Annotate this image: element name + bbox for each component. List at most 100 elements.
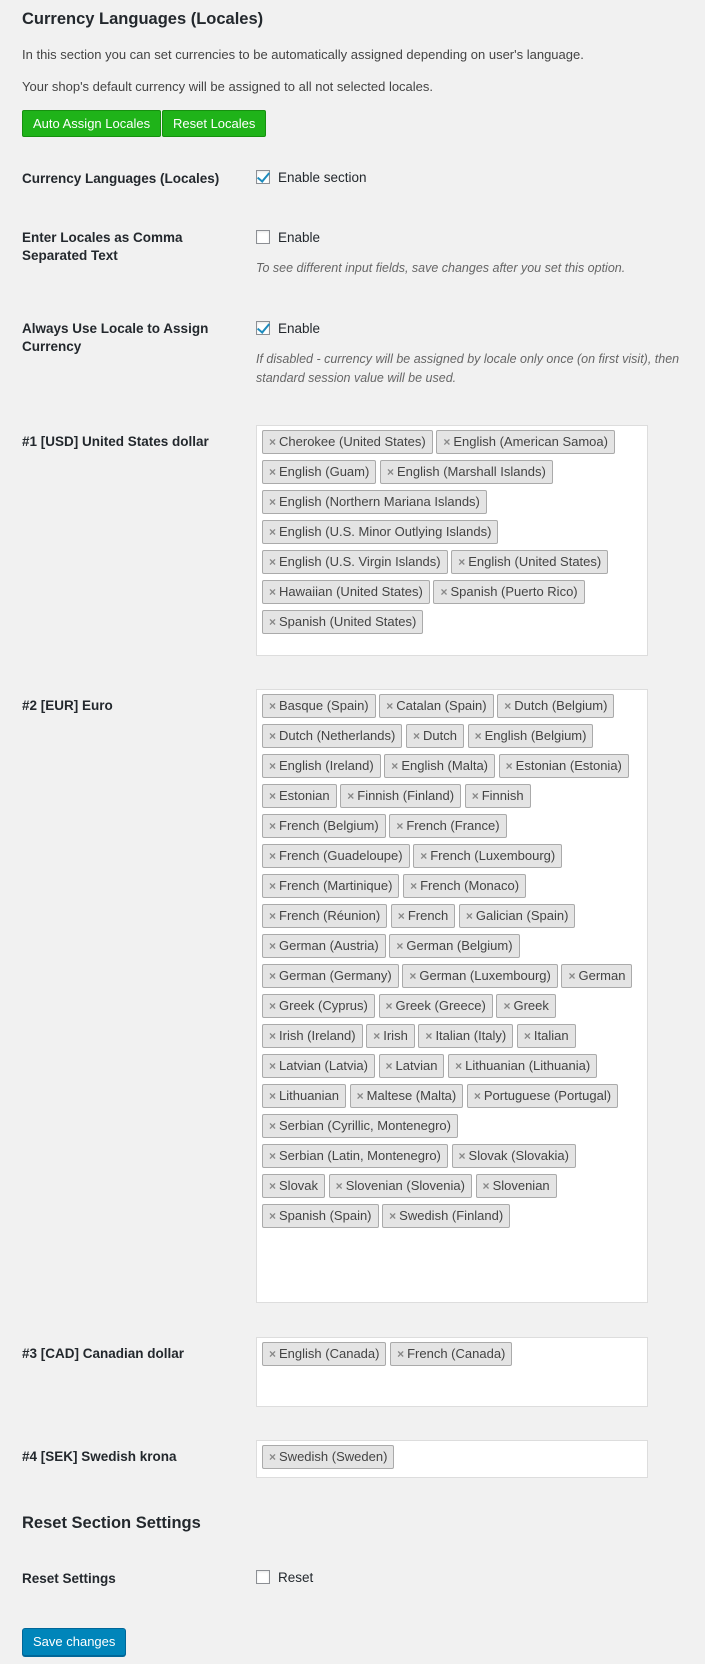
remove-tag-icon[interactable]: × <box>398 909 405 923</box>
remove-tag-icon[interactable]: × <box>409 969 416 983</box>
remove-tag-icon[interactable]: × <box>472 789 479 803</box>
locale-tag-label: French <box>407 908 449 923</box>
remove-tag-icon[interactable]: × <box>269 1149 276 1163</box>
remove-tag-icon[interactable]: × <box>458 555 465 569</box>
remove-tag-icon[interactable]: × <box>386 1059 393 1073</box>
remove-tag-icon[interactable]: × <box>269 819 276 833</box>
remove-tag-icon[interactable]: × <box>269 759 276 773</box>
enable-section-checkbox[interactable] <box>256 169 270 184</box>
remove-tag-icon[interactable]: × <box>347 789 354 803</box>
remove-tag-icon[interactable]: × <box>425 1029 432 1043</box>
remove-tag-icon[interactable]: × <box>269 939 276 953</box>
remove-tag-icon[interactable]: × <box>269 969 276 983</box>
remove-tag-icon[interactable]: × <box>504 699 511 713</box>
locales-select-eur[interactable]: × Basque (Spain) × Catalan (Spain) × Dutch … <box>256 689 648 1303</box>
section-description: In this section you can set currencies t… <box>22 47 584 62</box>
remove-tag-icon[interactable]: × <box>503 999 510 1013</box>
remove-tag-icon[interactable]: × <box>413 729 420 743</box>
remove-tag-icon[interactable]: × <box>269 789 276 803</box>
remove-tag-icon[interactable]: × <box>386 999 393 1013</box>
remove-tag-icon[interactable]: × <box>568 969 575 983</box>
enable-section-label: Currency Languages (Locales) <box>22 171 220 186</box>
locale-tag-label: Slovenian (Slovenia) <box>345 1178 465 1193</box>
remove-tag-icon[interactable]: × <box>389 1209 396 1223</box>
remove-tag-icon[interactable]: × <box>506 759 513 773</box>
remove-tag-icon[interactable]: × <box>269 699 276 713</box>
remove-tag-icon[interactable]: × <box>269 1209 276 1223</box>
enable-section-field: Enable section <box>256 169 367 185</box>
remove-tag-icon[interactable]: × <box>391 759 398 773</box>
remove-tag-icon[interactable]: × <box>269 1450 276 1464</box>
remove-tag-icon[interactable]: × <box>269 615 276 629</box>
locale-tag-label: English (Canada) <box>279 1346 380 1361</box>
remove-tag-icon[interactable]: × <box>269 465 276 479</box>
locale-tag: × Hawaiian (United States) <box>262 580 430 604</box>
locale-tag-label: Swedish (Finland) <box>399 1208 504 1223</box>
remove-tag-icon[interactable]: × <box>269 849 276 863</box>
save-changes-button[interactable]: Save changes <box>22 1628 127 1656</box>
csv-locales-checkbox-label[interactable]: Enable <box>278 230 320 245</box>
remove-tag-icon[interactable]: × <box>269 1179 276 1193</box>
locales-select-usd[interactable]: × Cherokee (United States) × English (Amer… <box>256 425 648 656</box>
locale-tag: × Dutch <box>405 724 464 748</box>
remove-tag-icon[interactable]: × <box>357 1089 364 1103</box>
locale-tag-label: French (Martinique) <box>279 878 393 893</box>
reset-settings-checkbox-label[interactable]: Reset <box>278 1570 313 1585</box>
remove-tag-icon[interactable]: × <box>455 1059 462 1073</box>
locale-tag: × Lithuanian (Lithuania) <box>448 1054 598 1078</box>
remove-tag-icon[interactable]: × <box>474 1089 481 1103</box>
remove-tag-icon[interactable]: × <box>269 999 276 1013</box>
remove-tag-icon[interactable]: × <box>269 1059 276 1073</box>
locale-tag-label: Irish <box>383 1028 408 1043</box>
locale-tag: × English (U.S. Virgin Islands) <box>262 550 448 574</box>
always-use-locale-checkbox-label[interactable]: Enable <box>278 321 320 336</box>
remove-tag-icon[interactable]: × <box>387 465 394 479</box>
remove-tag-icon[interactable]: × <box>269 1029 276 1043</box>
remove-tag-icon[interactable]: × <box>475 729 482 743</box>
remove-tag-icon[interactable]: × <box>269 729 276 743</box>
csv-locales-checkbox[interactable] <box>256 229 270 244</box>
remove-tag-icon[interactable]: × <box>410 879 417 893</box>
remove-tag-icon[interactable]: × <box>269 495 276 509</box>
remove-tag-icon[interactable]: × <box>386 699 393 713</box>
reset-settings-checkbox[interactable] <box>256 1569 270 1584</box>
remove-tag-icon[interactable]: × <box>269 909 276 923</box>
enable-section-checkbox-label[interactable]: Enable section <box>278 170 367 185</box>
locales-select-cad[interactable]: × English (Canada) × French (Canada) <box>256 1337 648 1407</box>
locale-tag-label: Finnish (Finland) <box>357 788 455 803</box>
remove-tag-icon[interactable]: × <box>420 849 427 863</box>
remove-tag-icon[interactable]: × <box>466 909 473 923</box>
section-default-note: Your shop's default currency will be ass… <box>22 79 434 94</box>
locale-tag: × Slovak (Slovakia) <box>451 1144 576 1168</box>
remove-tag-icon[interactable]: × <box>440 585 447 599</box>
remove-tag-icon[interactable]: × <box>269 555 276 569</box>
reset-settings-label: Reset Settings <box>22 1571 116 1586</box>
remove-tag-icon[interactable]: × <box>269 585 276 599</box>
remove-tag-icon[interactable]: × <box>269 1119 276 1133</box>
remove-tag-icon[interactable]: × <box>269 1089 276 1103</box>
always-use-locale-checkbox[interactable] <box>256 320 270 335</box>
locale-tag: × Latvian <box>378 1054 445 1078</box>
remove-tag-icon[interactable]: × <box>269 879 276 893</box>
locales-select-sek[interactable]: × Swedish (Sweden) <box>256 1440 648 1478</box>
remove-tag-icon[interactable]: × <box>269 435 276 449</box>
remove-tag-icon[interactable]: × <box>524 1029 531 1043</box>
locale-tag: × English (U.S. Minor Outlying Islands) <box>262 520 499 544</box>
remove-tag-icon[interactable]: × <box>336 1179 343 1193</box>
remove-tag-icon[interactable]: × <box>396 939 403 953</box>
locale-tag-label: German (Luxembourg) <box>419 968 551 983</box>
reset-locales-button[interactable]: Reset Locales <box>162 110 267 137</box>
auto-assign-locales-button[interactable]: Auto Assign Locales <box>22 110 162 137</box>
remove-tag-icon[interactable]: × <box>397 1347 404 1361</box>
locale-tag-label: English (Marshall Islands) <box>396 464 546 479</box>
remove-tag-icon[interactable]: × <box>269 525 276 539</box>
remove-tag-icon[interactable]: × <box>269 1347 276 1361</box>
locale-tag-label: English (Malta) <box>401 758 489 773</box>
remove-tag-icon[interactable]: × <box>483 1179 490 1193</box>
remove-tag-icon[interactable]: × <box>459 1149 466 1163</box>
remove-tag-icon[interactable]: × <box>373 1029 380 1043</box>
always-use-locale-hint: If disabled - currency will be assigned … <box>256 352 680 385</box>
remove-tag-icon[interactable]: × <box>396 819 403 833</box>
locale-tag: × French (Réunion) <box>262 904 388 928</box>
remove-tag-icon[interactable]: × <box>443 435 450 449</box>
